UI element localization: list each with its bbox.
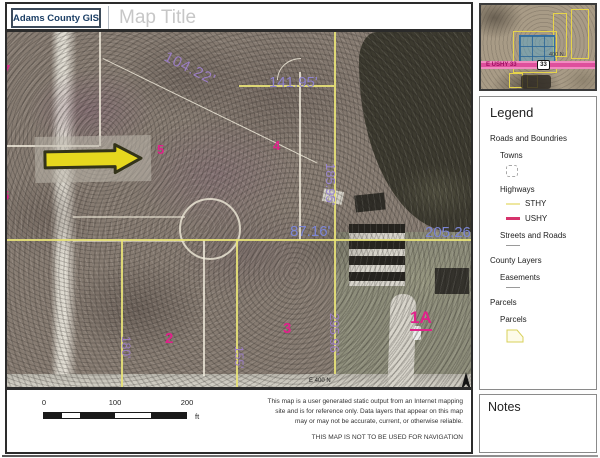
legend-item-highways: Highways [500,185,596,194]
measurement-label: 155' [232,346,246,368]
county-logo-text: Adams County GIS [13,13,99,24]
legend-item-streets: Streets and Roads [500,231,596,240]
overview-parcel-outline [553,13,567,57]
sthy-line-icon [506,203,520,205]
section-line [121,239,123,389]
parcel-polygon-icon [506,329,524,343]
parcel-line [203,240,205,376]
legend-group-county: County Layers [490,256,596,265]
cul-de-sac-outline [179,198,241,260]
building [349,224,405,286]
print-frame: Adams County GIS [5,2,473,454]
map-title-input[interactable] [119,6,339,30]
legend-title: Legend [490,105,596,120]
legend-item-parcels: Parcels [500,315,596,324]
legend-item-easements: Easements [500,273,596,282]
page-bottom-edge [2,455,598,457]
scale-unit: ft [195,412,199,421]
scale-tick-200: 200 [181,398,194,407]
map-footer: 0 100 200 ft This map is a user generate… [7,390,471,446]
legend-panel: Legend Roads and Boundries Towns Highway… [479,96,597,390]
overview-road-label: 400 N [549,52,564,58]
north-arrow-icon [459,372,471,390]
streets-line-icon [506,245,520,246]
road-name-label: E 400 N [309,378,331,384]
disclaimer-body: This map is a user generated static outp… [267,397,463,426]
parcel-number: 4 [273,138,280,153]
measurement-label: 141.95' [269,74,318,91]
overview-highway-label: E USHY 33 [486,62,517,68]
legend-label-ushy: USHY [525,214,547,223]
overview-locator-map: E USHY 33 33 400 N [479,3,597,91]
ushy-line-icon [506,217,520,220]
county-logo: Adams County GIS [11,8,101,28]
notes-title: Notes [488,400,588,414]
parcel-number: 3 [283,320,291,337]
highway-shield-icon: 33 [537,60,550,70]
overview-parcel-outline [571,9,589,59]
header-divider [108,6,109,29]
highlight-arrow-marker [35,135,152,183]
measurement-label: 180' [119,336,133,358]
print-header: Adams County GIS [7,4,471,32]
legend-item-towns: Towns [500,151,596,160]
disclaimer-text: This map is a user generated static outp… [267,397,463,443]
gis-print-page: Adams County GIS [0,0,600,458]
legend-group-roads: Roads and Boundries [490,134,596,143]
scale-bar [43,412,187,419]
notes-panel[interactable]: Notes [479,394,597,453]
section-line [7,239,471,241]
scale-tick-0: 0 [42,398,46,407]
legend-group-parcels: Parcels [490,298,596,307]
scale-tick-100: 100 [109,398,122,407]
parcel-number-1a: 1A [410,308,432,331]
arrow-icon [39,140,148,178]
parcel-number: 2 [165,330,173,347]
parcel-line [299,72,301,240]
map-canvas: 7 5 104.22' 141.95' 5 4 185.95' 87.16' 2… [7,32,471,390]
parcel-number: 7 [7,62,10,77]
parcel-number: 5 [157,142,164,157]
overview-dark-area [521,75,551,89]
building [435,268,469,294]
parcel-number: 5 [7,188,9,203]
north-south-road [51,32,77,378]
measurement-label: 87.16' [290,223,330,240]
easements-line-icon [506,287,520,288]
measurement-label: 205.26 [425,224,471,241]
parcel-line [99,32,101,146]
measurement-label: 295.96' [327,313,342,355]
legend-label-sthy: STHY [525,199,546,208]
building [354,192,386,212]
disclaimer-warning: THIS MAP IS NOT TO BE USED FOR NAVIGATIO… [267,433,463,443]
towns-boundary-icon [506,165,518,177]
measurement-label: 104.22' [161,48,218,88]
measurement-label: 185.95' [323,163,338,205]
